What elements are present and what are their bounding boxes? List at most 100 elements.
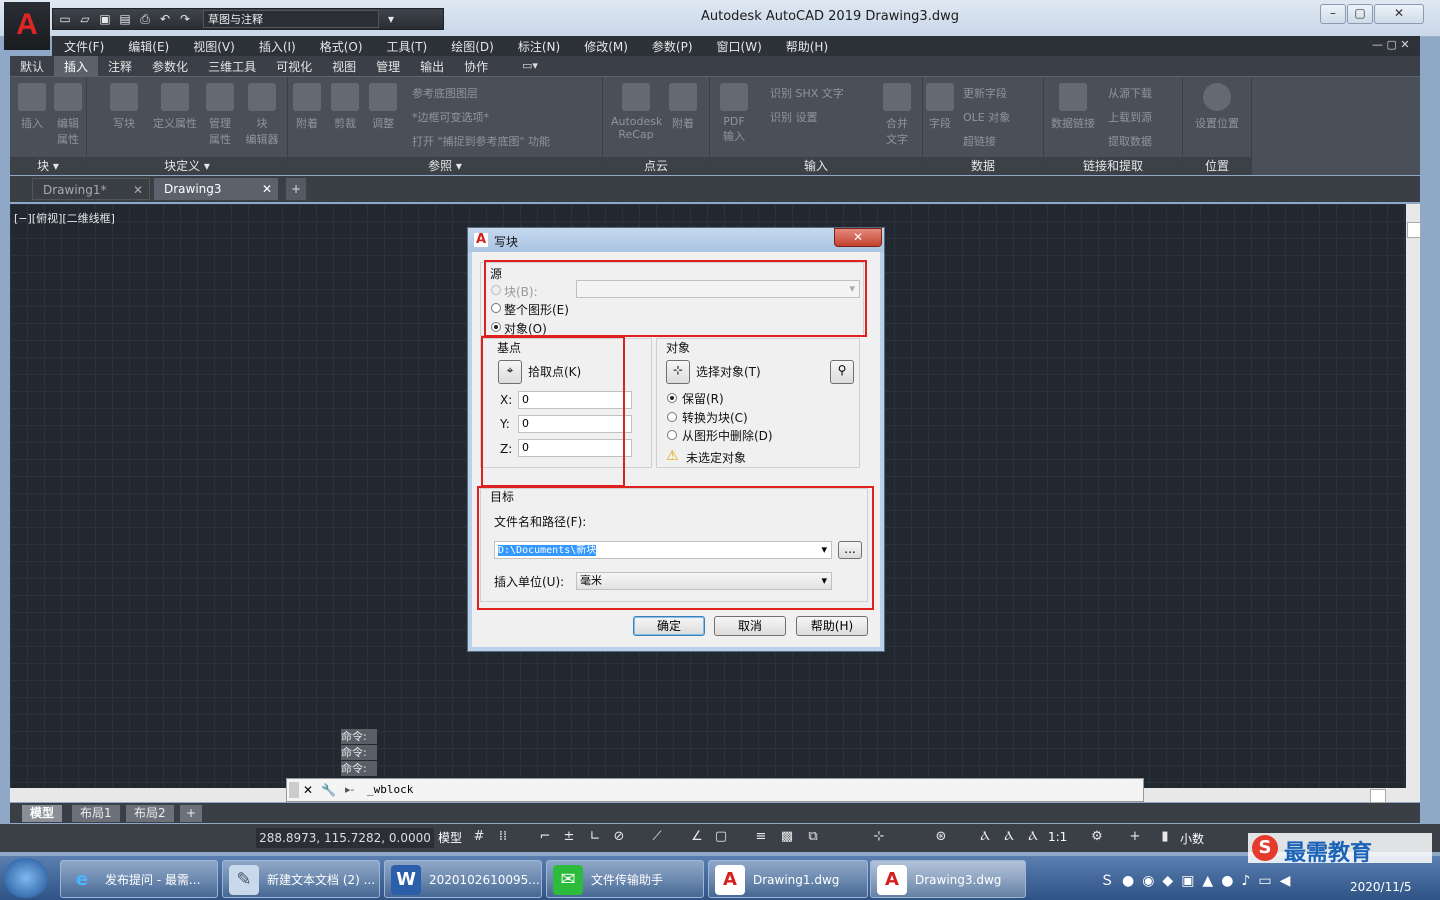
download-from-source-button[interactable]: 从源下载 [1108, 85, 1152, 101]
data-link-button[interactable]: 数据链接 [1046, 83, 1100, 131]
add-layout-button[interactable]: + [180, 805, 203, 822]
field-button[interactable]: 字段 [925, 83, 955, 131]
radio-delete[interactable] [667, 430, 677, 440]
ribbon-tab[interactable]: 协作 [454, 56, 498, 76]
define-attribute-button[interactable]: 定义属性 [149, 83, 201, 131]
set-location-button[interactable]: 设置位置 [1187, 83, 1247, 131]
gear-icon[interactable]: ⚙ [1088, 828, 1106, 846]
transparency-icon[interactable]: ▩ [778, 828, 796, 846]
attach-button[interactable]: 附着 [290, 83, 324, 131]
annotation-scale-icon[interactable]: Ⲁ [1024, 828, 1042, 846]
model-space-button[interactable]: 模型 [438, 829, 462, 846]
block-editor-button[interactable]: 块 编辑器 [241, 83, 283, 147]
insert-block-button[interactable]: 插入 [14, 83, 50, 131]
menu-item[interactable]: 视图(V) [181, 38, 247, 55]
clock-date[interactable]: 2020/11/5 [1350, 880, 1412, 894]
taskbar-item-wechat[interactable]: ✉ 文件传输助手 [546, 860, 704, 898]
tab-layout1[interactable]: 布局1 [72, 805, 120, 822]
menu-item[interactable]: 格式(O) [308, 38, 375, 55]
menu-item[interactable]: 编辑(E) [116, 38, 181, 55]
undo-icon[interactable]: ↶ [157, 11, 173, 27]
viewport-controls[interactable]: [−][俯视][二维线框] [14, 210, 115, 226]
maximize-button[interactable]: ▢ [1347, 4, 1373, 24]
ribbon-tab[interactable]: 输出 [410, 56, 454, 76]
taskbar-item-ie[interactable]: e 发布提问 - 最需... [60, 860, 218, 898]
recognize-shx-button[interactable]: 识别 SHX 文字 [770, 85, 844, 101]
ribbon-toggle-icon[interactable]: ▭▾ [522, 59, 538, 72]
close-button[interactable]: ✕ [1374, 4, 1424, 24]
adjust-button[interactable]: 调整 [366, 83, 400, 131]
ribbon-tab[interactable]: 管理 [366, 56, 410, 76]
start-button[interactable] [4, 858, 48, 898]
blockdef-panel-title[interactable]: 块定义 ▾ [87, 157, 287, 175]
menu-item[interactable]: 窗口(W) [705, 38, 774, 55]
menu-item[interactable]: 标注(N) [506, 38, 572, 55]
edit-attribute-button[interactable]: 编辑 属性 [52, 83, 84, 147]
block-panel-title[interactable]: 块 ▾ [10, 157, 86, 175]
doc-tab-drawing3[interactable]: Drawing3 ✕ [154, 178, 278, 200]
annotation-monitor-icon[interactable]: ⊹ [870, 828, 888, 846]
units-select[interactable]: 小数 [1180, 830, 1204, 847]
menu-item[interactable]: 文件(F) [52, 38, 116, 55]
tab-model[interactable]: 模型 [22, 805, 63, 822]
save-as-icon[interactable]: ▤ [117, 11, 133, 27]
reference-panel-title[interactable]: 参照 ▾ [288, 157, 602, 175]
object-snap-tracking-icon[interactable]: ∠ [688, 828, 706, 846]
ole-object-button[interactable]: OLE 对象 [963, 109, 1010, 125]
doc-window-controls[interactable]: — ▢ ✕ [1372, 38, 1410, 51]
select-objects-button[interactable]: ⊹ [666, 360, 690, 384]
selection-cycling-icon[interactable]: ⧉ [804, 828, 822, 846]
doc-tab-drawing1[interactable]: Drawing1* ✕ [32, 178, 150, 200]
taskbar-item-word[interactable]: W 2020102610095... [384, 860, 542, 898]
extract-data-button[interactable]: 提取数据 [1108, 133, 1152, 149]
dialog-close-button[interactable]: ✕ [834, 228, 882, 247]
dynamic-input-icon[interactable]: ± [560, 828, 578, 846]
workspace-icon[interactable]: ⊛ [932, 828, 950, 846]
annotation-visibility-icon[interactable]: Ⲁ [976, 828, 994, 846]
underlay-layers-button[interactable]: 参考底图图层 [412, 85, 478, 101]
grid-icon[interactable]: # [470, 828, 488, 846]
workspace-select[interactable]: 草图与注释 [203, 10, 379, 28]
help-button[interactable]: 帮助(H) [796, 616, 868, 636]
chevron-down-icon[interactable]: ▾ [383, 11, 399, 27]
app-menu-button[interactable]: A [4, 2, 50, 50]
cancel-button[interactable]: 取消 [714, 616, 786, 636]
ribbon-tab[interactable]: 参数化 [142, 56, 198, 76]
menu-item[interactable]: 插入(I) [247, 38, 308, 55]
print-icon[interactable]: ⎙ [137, 11, 153, 27]
ribbon-tab[interactable]: 插入 [54, 56, 99, 76]
redo-icon[interactable]: ↷ [177, 11, 193, 27]
open-file-icon[interactable]: ▱ [77, 11, 93, 27]
tab-layout2[interactable]: 布局2 [126, 805, 174, 822]
ribbon-tab[interactable]: 默认 [10, 56, 54, 76]
ribbon-tab[interactable]: 视图 [322, 56, 366, 76]
combine-text-button[interactable]: 合并 文字 [880, 83, 914, 147]
taskbar-item-drawing1[interactable]: A Drawing1.dwg [708, 860, 868, 898]
close-icon[interactable]: ✕ [262, 178, 272, 200]
upload-to-source-button[interactable]: 上载到源 [1108, 109, 1152, 125]
ribbon-tab[interactable]: 三维工具 [198, 56, 266, 76]
pointcloud-attach-button[interactable]: 附着 [665, 83, 701, 131]
recap-button[interactable]: Autodesk ReCap [611, 83, 662, 141]
ribbon-tab[interactable]: 可视化 [266, 56, 322, 76]
menu-item[interactable]: 参数(P) [640, 38, 705, 55]
menu-item[interactable]: 绘图(D) [439, 38, 506, 55]
isodraft-icon[interactable]: ⟋ [648, 828, 666, 846]
close-icon[interactable]: ✕ [133, 179, 143, 201]
pdf-import-button[interactable]: PDF 输入 [714, 83, 754, 144]
save-icon[interactable]: ▣ [97, 11, 113, 27]
lineweight-icon[interactable]: ≡ [752, 828, 770, 846]
vertical-scrollbar[interactable] [1406, 204, 1421, 788]
radio-convert[interactable] [667, 412, 677, 422]
quick-select-button[interactable]: ⚲ [830, 360, 854, 384]
plus-icon[interactable]: + [1126, 828, 1144, 846]
clip-button[interactable]: 剪裁 [328, 83, 362, 131]
ribbon-tab[interactable]: 注释 [98, 56, 142, 76]
frame-options-button[interactable]: *边框可变选项* [412, 109, 489, 125]
new-file-icon[interactable]: ▭ [57, 11, 73, 27]
system-tray[interactable]: Ｓ●◉◆▣▲●♪▭◀ [1100, 870, 1336, 890]
snap-underlay-button[interactable]: 打开 "捕捉到参考底图" 功能 [412, 133, 550, 149]
menu-item[interactable]: 工具(T) [375, 38, 440, 55]
manage-attributes-button[interactable]: 管理 属性 [203, 83, 237, 147]
wrench-icon[interactable]: 🔧 [321, 783, 336, 797]
